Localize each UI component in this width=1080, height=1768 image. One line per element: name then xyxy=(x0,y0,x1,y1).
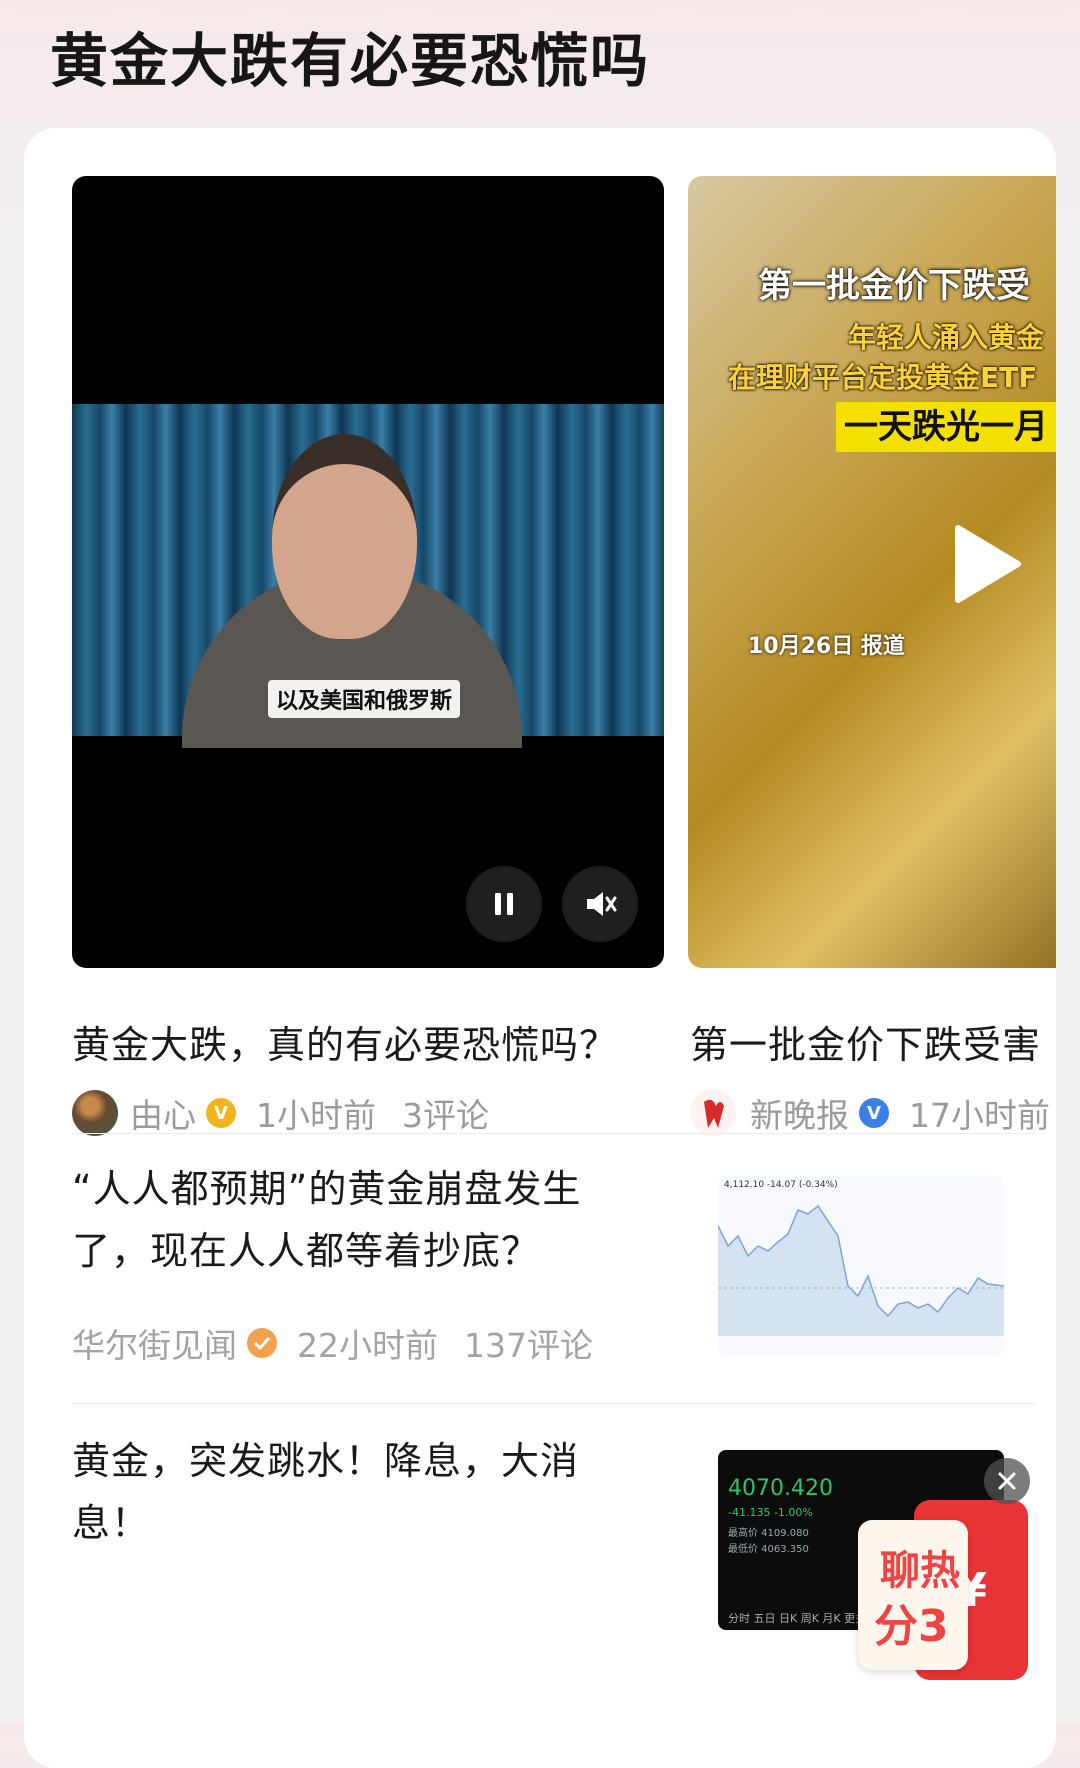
avatar[interactable] xyxy=(690,1090,736,1136)
video-player-2[interactable]: 第一批金价下跌受 年轻人涌入黄金 在理财平台定投黄金ETF 一天跌光一月 10月… xyxy=(688,176,1056,968)
comment-count: 137评论 xyxy=(464,1326,593,1365)
overlay-headline: 第一批金价下跌受 xyxy=(758,266,1030,306)
author-name[interactable]: 华尔街见闻 xyxy=(72,1319,237,1367)
close-button[interactable] xyxy=(984,1458,1030,1504)
author-name[interactable]: 由心 xyxy=(130,1089,196,1137)
quote-tabs: 分时 五日 日K 周K 月K 更多 xyxy=(728,1612,867,1625)
article-thumbnail-chart[interactable]: 4,112.10 -14.07 (-0.34%) xyxy=(718,1176,1004,1356)
post-time: 17小时前 xyxy=(909,1096,1050,1135)
price-chart xyxy=(718,1204,1004,1336)
comment-count: 3评论 xyxy=(402,1096,489,1135)
video-meta-1: 由心 V 1小时前 3评论 xyxy=(72,1088,489,1138)
red-packet-widget[interactable]: ¥ 聊热 分3 xyxy=(858,1500,1028,1690)
verified-badge-icon xyxy=(247,1328,277,1358)
quote-rows: 最高价 4109.080 最低价 4063.350 xyxy=(728,1526,809,1558)
post-time: 22小时前 xyxy=(297,1326,438,1365)
xinwanbao-logo-icon xyxy=(704,1099,724,1128)
page-title: 黄金大跌有必要恐慌吗 xyxy=(50,27,651,95)
author-name[interactable]: 新晚报 xyxy=(750,1089,849,1137)
promo-card[interactable]: 聊热 分3 xyxy=(858,1520,968,1670)
close-icon xyxy=(998,1472,1016,1490)
divider xyxy=(72,1133,1036,1134)
verified-badge-icon: V xyxy=(859,1098,889,1128)
verified-badge-icon: V xyxy=(206,1098,236,1128)
overlay-date: 10月26日 报道 xyxy=(748,634,905,659)
pause-icon xyxy=(495,893,513,915)
mute-button[interactable] xyxy=(562,866,638,942)
quote-price: 4070.420 xyxy=(728,1476,833,1501)
video-title-2[interactable]: 第一批金价下跌受害 xyxy=(690,1014,1056,1069)
article-title-1[interactable]: “人人都预期”的黄金崩盘发生了，现在人人都等着抄底？ xyxy=(72,1158,612,1282)
article-title-2[interactable]: 黄金，突发跳水！降息，大消息！ xyxy=(72,1430,612,1554)
video-meta-2: 新晚报 V 17小时前 xyxy=(690,1088,1056,1138)
quote-row: 最高价 4109.080 xyxy=(728,1528,809,1539)
video-title-1[interactable]: 黄金大跌，真的有必要恐慌吗？ xyxy=(72,1014,618,1069)
quote-row: 最低价 4063.350 xyxy=(728,1544,809,1555)
play-icon[interactable] xyxy=(952,524,1022,604)
quote-change: -41.135 -1.00% xyxy=(728,1506,813,1519)
promo-line-1: 聊热 xyxy=(880,1548,960,1594)
overlay-sub1: 年轻人涌入黄金 xyxy=(848,321,1045,354)
promo-line-2: 分3 xyxy=(874,1601,949,1652)
article-meta-1: 华尔街见闻 22小时前 137评论 xyxy=(72,1318,593,1368)
video-subtitle: 以及美国和俄罗斯 xyxy=(268,680,461,718)
video-player-1[interactable]: 以及美国和俄罗斯 xyxy=(72,176,664,968)
pause-button[interactable] xyxy=(466,866,542,942)
overlay-banner: 一天跌光一月 xyxy=(836,402,1056,452)
chart-area xyxy=(718,1206,1004,1336)
avatar[interactable] xyxy=(72,1090,118,1136)
chart-header: 4,112.10 -14.07 (-0.34%) xyxy=(724,1180,838,1190)
speaker-head xyxy=(272,434,417,639)
speaker-muted-icon xyxy=(587,892,617,916)
post-time: 1小时前 xyxy=(256,1096,376,1135)
divider xyxy=(72,1403,1036,1404)
overlay-sub2: 在理财平台定投黄金ETF xyxy=(728,361,1038,394)
